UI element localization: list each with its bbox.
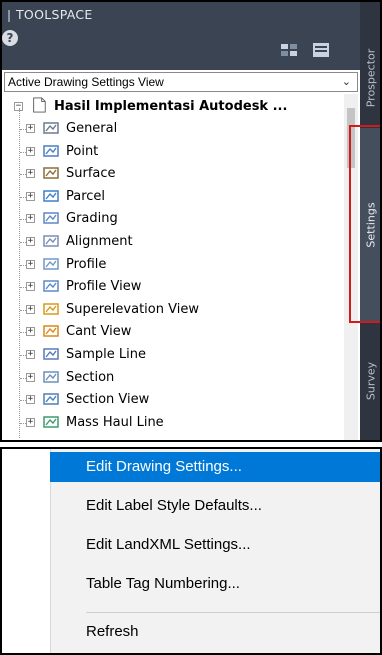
grading-icon xyxy=(43,212,59,225)
tree-item-label: Section View xyxy=(66,392,150,408)
expand-toggle-icon[interactable]: + xyxy=(26,372,35,382)
settings-tab-highlight-box xyxy=(349,125,380,323)
tree-item-label: Surface xyxy=(66,166,116,182)
drag-grip-icon[interactable] xyxy=(8,10,10,22)
general-icon xyxy=(43,122,59,134)
expand-toggle-icon[interactable]: + xyxy=(26,237,35,246)
view-selector-dropdown[interactable]: Active Drawing Settings View ⌄ xyxy=(4,72,358,92)
tree-item-label: Section xyxy=(66,369,115,385)
tree-item[interactable]: + Grading xyxy=(4,208,344,230)
menu-item-label: Refresh xyxy=(86,623,139,640)
menu-item-label: Table Tag Numbering... xyxy=(86,575,240,592)
list-view-icon[interactable] xyxy=(312,42,330,58)
item-view-toggle-icon[interactable] xyxy=(280,42,298,58)
tree-item-label: Profile View xyxy=(66,279,142,295)
tree-item[interactable]: + Mass Haul Line xyxy=(4,412,344,434)
drawing-file-icon xyxy=(33,97,46,113)
context-menu: Edit Drawing Settings... Edit Label Styl… xyxy=(0,447,382,655)
tab-survey[interactable]: Survey xyxy=(360,322,380,440)
expand-toggle-icon[interactable]: + xyxy=(26,282,35,292)
point-icon xyxy=(43,144,59,157)
tab-prospector-label: Prospector xyxy=(364,48,378,108)
tree-item-label: Alignment xyxy=(66,234,133,249)
expand-toggle-icon[interactable]: + xyxy=(26,124,35,133)
settings-tree: − Hasil Implementasi Autodesk ... + Gener… xyxy=(4,94,344,440)
menu-item-label: Edit Label Style Defaults... xyxy=(86,497,262,514)
tree-item-label: Parcel xyxy=(66,188,106,204)
profile-view-icon xyxy=(43,280,59,292)
sample-line-icon xyxy=(43,348,59,360)
expand-toggle-icon[interactable]: + xyxy=(26,417,35,427)
view-selector-value: Active Drawing Settings View xyxy=(8,75,164,89)
expand-toggle-icon[interactable]: + xyxy=(26,214,35,224)
tree-item[interactable]: + Cant View xyxy=(4,321,344,343)
menu-item-label: Edit LandXML Settings... xyxy=(86,536,251,553)
parcel-icon xyxy=(43,190,59,202)
mass-haul-line-icon xyxy=(43,416,59,428)
superelevation-view-icon xyxy=(43,303,59,315)
tree-item[interactable]: + Section View xyxy=(4,389,344,411)
tree-item[interactable]: + Point xyxy=(4,141,344,163)
expand-toggle-icon[interactable]: + xyxy=(26,327,35,337)
expand-toggle-icon[interactable]: + xyxy=(26,395,35,405)
cant-view-icon xyxy=(43,325,59,338)
tree-item-label: Superelevation View xyxy=(66,301,199,317)
expand-toggle-icon[interactable]: + xyxy=(26,146,35,156)
surface-icon xyxy=(43,167,59,179)
menu-separator xyxy=(86,612,380,613)
tree-item[interactable]: + Surface xyxy=(4,163,344,185)
expand-toggle-icon[interactable]: + xyxy=(26,304,35,314)
tree-item[interactable]: + Superelevation View xyxy=(4,299,344,321)
expand-toggle-icon[interactable]: + xyxy=(26,350,35,359)
chevron-down-icon: ⌄ xyxy=(341,75,351,88)
tree-item-label: Mass Haul Line xyxy=(66,414,164,430)
menu-item-table-tag-numbering[interactable]: Table Tag Numbering... xyxy=(50,569,380,599)
tree-item[interactable]: + General xyxy=(4,118,344,140)
menu-item-edit-label-style-defaults[interactable]: Edit Label Style Defaults... xyxy=(50,491,380,521)
menu-item-label: Edit Drawing Settings... xyxy=(86,458,242,475)
section-icon xyxy=(43,370,59,383)
alignment-icon xyxy=(43,235,59,247)
expand-toggle-icon[interactable]: + xyxy=(26,169,35,179)
tab-prospector[interactable]: Prospector xyxy=(360,30,380,126)
expand-toggle-icon[interactable]: + xyxy=(26,191,35,201)
tree-item[interactable]: + Section xyxy=(4,367,344,389)
section-view-icon xyxy=(43,393,59,405)
tree-root-row[interactable]: − Hasil Implementasi Autodesk ... xyxy=(4,96,344,118)
menu-item-edit-drawing-settings[interactable]: Edit Drawing Settings... xyxy=(50,452,380,482)
tree-item-label: Profile xyxy=(66,256,107,272)
toolspace-toolbar: ? xyxy=(2,30,360,70)
tree-item[interactable]: + Parcel xyxy=(4,186,344,208)
toolspace-panel: TOOLSPACE ? Active Drawing Settings View… xyxy=(0,0,382,442)
tree-item[interactable]: + Alignment xyxy=(4,231,344,253)
tree-item-label: General xyxy=(66,121,118,136)
tree-item-label: Point xyxy=(66,143,99,159)
tree-item-label: Grading xyxy=(66,211,118,227)
menu-item-edit-landxml-settings[interactable]: Edit LandXML Settings... xyxy=(50,530,380,560)
tree-item[interactable]: + Profile xyxy=(4,254,344,276)
tree-item-label: Sample Line xyxy=(66,347,146,362)
tab-survey-label: Survey xyxy=(364,361,378,401)
help-icon[interactable]: ? xyxy=(2,30,18,46)
tree-root-label: Hasil Implementasi Autodesk ... xyxy=(54,99,288,114)
toolspace-title: TOOLSPACE xyxy=(16,7,93,22)
profile-icon xyxy=(43,257,59,270)
menu-item-refresh[interactable]: Refresh xyxy=(50,617,380,647)
tree-item[interactable]: + Profile View xyxy=(4,276,344,298)
tree-item[interactable]: + Sample Line xyxy=(4,344,344,366)
expand-toggle-icon[interactable]: + xyxy=(26,259,35,269)
tree-item-label: Cant View xyxy=(66,324,132,340)
toolspace-titlebar[interactable]: TOOLSPACE xyxy=(2,2,360,30)
